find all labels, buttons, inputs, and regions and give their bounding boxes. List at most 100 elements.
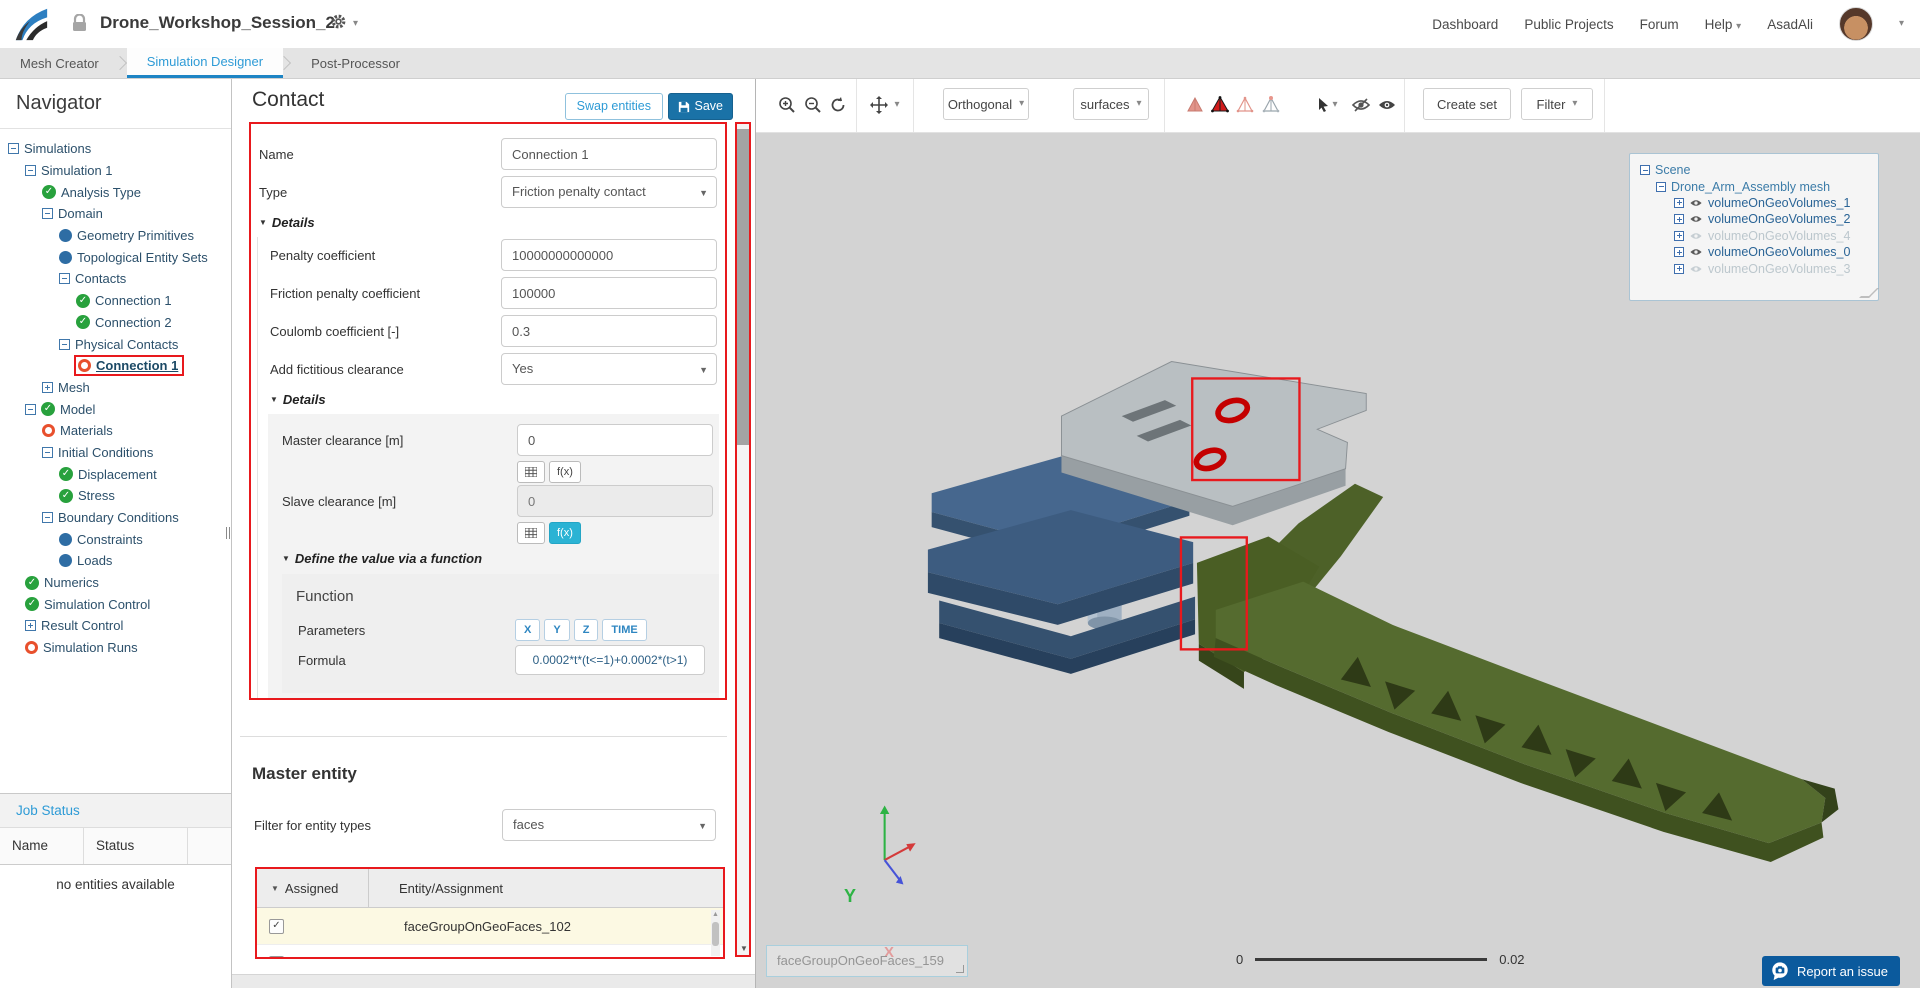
parameter-time-button[interactable]: TIME xyxy=(602,619,647,641)
assigned-checkbox-checked[interactable]: ✓ xyxy=(269,955,284,957)
coulomb-coefficient-input[interactable] xyxy=(501,315,717,347)
form-scrollbar-highlighted[interactable]: ▼ xyxy=(735,122,751,957)
expand-icon[interactable] xyxy=(42,381,53,393)
tree-item-physical-connection-1-selected[interactable]: Connection 1 xyxy=(0,355,231,377)
slave-fx-button-active[interactable]: f(x) xyxy=(549,522,581,544)
scene-volume-item[interactable]: volumeOnGeoVolumes_1 xyxy=(1640,195,1870,211)
expand-icon[interactable] xyxy=(25,620,36,632)
table-input-button[interactable] xyxy=(517,522,545,544)
chevron-down-icon[interactable]: ▾ xyxy=(1330,94,1340,116)
mesh-quality-icon-4[interactable] xyxy=(1260,94,1282,116)
swap-entities-button[interactable]: Swap entities xyxy=(564,93,663,120)
table-input-button[interactable] xyxy=(517,461,545,483)
visibility-eye-icon[interactable] xyxy=(1689,198,1703,208)
fictitious-clearance-select[interactable]: Yes ▼ xyxy=(501,353,717,385)
gear-icon[interactable] xyxy=(330,13,347,35)
show-entity-icon[interactable] xyxy=(1376,94,1398,116)
tree-item-stress[interactable]: Stress xyxy=(0,485,231,507)
tree-item-topological-entity-sets[interactable]: Topological Entity Sets xyxy=(0,246,231,268)
tree-item-initial-conditions[interactable]: Initial Conditions xyxy=(0,442,231,464)
panel-bottom-scrollbar[interactable] xyxy=(232,974,755,988)
panel-resize-handle[interactable] xyxy=(226,526,234,539)
viewer-3d[interactable]: ▾ Orthogonal ▾ surfaces ▾ ▾ Create set F… xyxy=(755,78,1920,988)
visibility-eye-icon[interactable] xyxy=(1689,214,1703,224)
scene-volume-item[interactable]: volumeOnGeoVolumes_3 xyxy=(1640,260,1870,276)
collapse-icon[interactable] xyxy=(25,165,36,177)
tree-item-domain[interactable]: Domain xyxy=(0,203,231,225)
collapse-icon[interactable] xyxy=(42,446,53,458)
zoom-in-icon[interactable] xyxy=(776,94,798,116)
render-mode-select[interactable]: surfaces ▾ xyxy=(1073,88,1149,120)
scene-mesh-item[interactable]: Drone_Arm_Assembly mesh xyxy=(1640,178,1870,194)
table-row[interactable]: ✓ faceGroupOnGeoFaces_102 xyxy=(257,908,723,945)
tree-item-analysis-type[interactable]: Analysis Type xyxy=(0,181,231,203)
slave-clearance-input[interactable] xyxy=(517,485,713,517)
scene-volume-item[interactable]: volumeOnGeoVolumes_4 xyxy=(1640,228,1870,244)
define-function-section-header[interactable]: ▼ Define the value via a function xyxy=(282,551,719,566)
tree-item-physical-contacts[interactable]: Physical Contacts xyxy=(0,333,231,355)
tab-post-processor[interactable]: Post-Processor xyxy=(291,48,420,78)
collapse-icon[interactable] xyxy=(59,273,70,285)
scrollbar-down-arrow[interactable]: ▼ xyxy=(740,944,748,953)
visibility-eye-icon-dim[interactable] xyxy=(1689,264,1703,274)
parameter-y-button[interactable]: Y xyxy=(544,619,570,641)
refresh-view-icon[interactable] xyxy=(827,94,849,116)
master-fx-button[interactable]: f(x) xyxy=(549,461,581,483)
friction-penalty-input[interactable] xyxy=(501,277,717,309)
expand-icon[interactable] xyxy=(1674,230,1684,241)
tab-mesh-creator[interactable]: Mesh Creator xyxy=(0,48,119,78)
parameter-x-button[interactable]: X xyxy=(515,619,541,641)
save-button[interactable]: Save xyxy=(667,93,733,120)
filter-button[interactable]: Filter ▾ xyxy=(1521,88,1593,120)
tree-item-materials[interactable]: Materials xyxy=(0,420,231,442)
collapse-icon[interactable] xyxy=(25,403,36,415)
scene-volume-item[interactable]: volumeOnGeoVolumes_2 xyxy=(1640,211,1870,227)
tree-item-connection-1[interactable]: Connection 1 xyxy=(0,290,231,312)
tree-item-simulation-1[interactable]: Simulation 1 xyxy=(0,160,231,182)
report-issue-button[interactable]: Report an issue xyxy=(1761,956,1900,986)
inner-details-section-header[interactable]: ▼ Details xyxy=(270,392,719,407)
chevron-down-icon[interactable]: ▾ xyxy=(892,94,902,116)
tree-item-numerics[interactable]: Numerics xyxy=(0,572,231,594)
tree-item-simulation-control[interactable]: Simulation Control xyxy=(0,593,231,615)
nav-public-projects[interactable]: Public Projects xyxy=(1524,17,1613,32)
tree-item-mesh[interactable]: Mesh xyxy=(0,377,231,399)
table-row[interactable]: ✓ faceGroupOnGeoFaces_103 xyxy=(257,945,723,957)
expand-icon[interactable] xyxy=(1674,197,1684,208)
scene-volume-item[interactable]: volumeOnGeoVolumes_0 xyxy=(1640,244,1870,260)
collapse-icon[interactable] xyxy=(42,208,53,220)
assigned-column-header[interactable]: ▼ Assigned xyxy=(257,869,369,907)
tree-item-contacts[interactable]: Contacts xyxy=(0,268,231,290)
mesh-quality-icon-1[interactable] xyxy=(1184,94,1206,116)
tab-simulation-designer[interactable]: Simulation Designer xyxy=(126,48,284,78)
chevron-down-icon[interactable]: ▾ xyxy=(353,19,358,29)
entity-filter-select[interactable]: faces ▼ xyxy=(502,809,716,841)
nav-forum[interactable]: Forum xyxy=(1640,17,1679,32)
name-input[interactable] xyxy=(501,138,717,170)
panel-resize-handle[interactable] xyxy=(1859,288,1879,298)
collapse-icon[interactable] xyxy=(1656,181,1666,192)
nav-help[interactable]: Help ▾ xyxy=(1705,17,1742,32)
expand-icon[interactable] xyxy=(1674,214,1684,225)
penalty-coefficient-input[interactable] xyxy=(501,239,717,271)
tree-item-result-control[interactable]: Result Control xyxy=(0,615,231,637)
mesh-quality-icon-2[interactable] xyxy=(1209,94,1231,116)
collapse-icon[interactable] xyxy=(42,512,53,524)
formula-input[interactable] xyxy=(515,645,705,675)
create-set-button[interactable]: Create set xyxy=(1423,88,1511,120)
selection-name-box[interactable]: faceGroupOnGeoFaces_159 xyxy=(766,945,968,977)
type-select[interactable]: Friction penalty contact ▼ xyxy=(501,176,717,208)
tree-item-constraints[interactable]: Constraints xyxy=(0,528,231,550)
mesh-quality-icon-3[interactable] xyxy=(1234,94,1256,116)
collapse-icon[interactable] xyxy=(1640,165,1650,176)
entity-column-header[interactable]: Entity/Assignment xyxy=(369,869,723,907)
collapse-icon[interactable] xyxy=(8,143,19,155)
tree-item-model[interactable]: Model xyxy=(0,398,231,420)
tree-item-simulation-runs[interactable]: Simulation Runs xyxy=(0,637,231,659)
assigned-checkbox-checked[interactable]: ✓ xyxy=(269,918,284,934)
expand-icon[interactable] xyxy=(1674,263,1684,274)
visibility-eye-icon[interactable] xyxy=(1689,247,1703,257)
collapse-icon[interactable] xyxy=(59,338,70,350)
chevron-down-icon[interactable]: ▾ xyxy=(1899,19,1904,29)
scene-root-item[interactable]: Scene xyxy=(1640,162,1870,178)
